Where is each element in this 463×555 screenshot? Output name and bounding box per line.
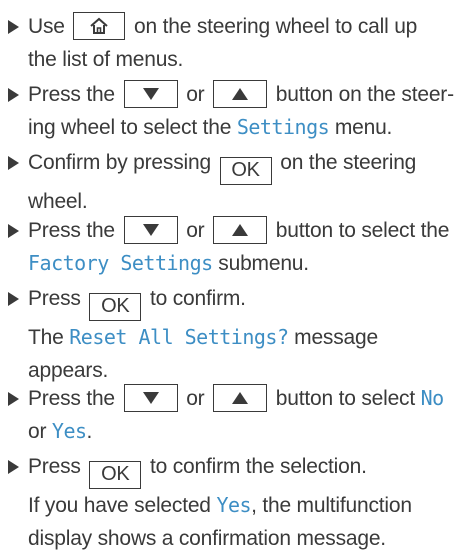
- step-text-fragment: to confirm.: [149, 287, 246, 310]
- step-text-fragment: or: [28, 420, 47, 443]
- up-key: [213, 216, 268, 244]
- option-yes: Yes: [216, 493, 252, 517]
- up-key: [213, 80, 268, 108]
- step-text-fragment: Press the: [28, 83, 115, 106]
- step-text-fragment: Use: [28, 15, 65, 38]
- bullet-triangle-icon: [8, 292, 19, 306]
- step-text: Press the or button to select the Factor…: [28, 214, 460, 280]
- list-item: Press the or button to select No or Yes.: [8, 382, 460, 448]
- list-item: Press OK to confirm. The Reset All Setti…: [8, 282, 460, 387]
- step-text-fragment: Press the: [28, 219, 115, 242]
- submenu-name-factory-settings: Factory Settings: [28, 251, 213, 275]
- step-text-fragment: Press: [28, 455, 81, 478]
- up-key: [213, 384, 268, 412]
- step-text-fragment: appears.: [28, 359, 109, 382]
- step-text-fragment: the list of menus.: [28, 48, 184, 71]
- ok-key: OK: [89, 461, 142, 489]
- step-text-fragment: or: [186, 387, 205, 410]
- home-icon: [90, 17, 109, 34]
- step-text-fragment: submenu.: [218, 252, 309, 275]
- bullet-triangle-icon: [8, 156, 19, 170]
- step-text: Confirm by pressing OK on the steering w…: [28, 146, 460, 218]
- bullet-triangle-icon: [8, 224, 19, 238]
- step-text-fragment: button to select the: [275, 219, 450, 242]
- step-text-fragment: button on the steer-: [275, 83, 454, 106]
- step-text: Press OK to confirm the selection. If yo…: [28, 450, 460, 555]
- menu-name-settings: Settings: [236, 115, 330, 139]
- instruction-list: Use on the steering wheel to call up the…: [0, 0, 463, 550]
- up-triangle-icon: [232, 392, 249, 404]
- step-text-fragment: Confirm by pressing: [28, 151, 211, 174]
- list-item: Press the or button to select the Factor…: [8, 214, 460, 280]
- home-key: [73, 12, 126, 40]
- down-key: [123, 80, 178, 108]
- step-text-fragment: button to select: [275, 387, 415, 410]
- step-text-fragment: on the steering: [280, 151, 417, 174]
- list-item: Confirm by pressing OK on the steering w…: [8, 146, 460, 218]
- ok-key: OK: [219, 157, 272, 185]
- bullet-triangle-icon: [8, 460, 19, 474]
- step-text: Press the or button to select No or Yes.: [28, 382, 460, 448]
- step-text-fragment: The: [28, 326, 64, 349]
- step-text-fragment: .: [86, 420, 93, 443]
- step-text-fragment: Press: [28, 287, 81, 310]
- bullet-triangle-icon: [8, 20, 19, 34]
- list-item: Use on the steering wheel to call up the…: [8, 10, 460, 76]
- down-key: [123, 384, 178, 412]
- step-text-fragment: or: [186, 219, 205, 242]
- step-text: Press the or button on the steer- ing wh…: [28, 78, 460, 144]
- step-text-fragment: to confirm the selection.: [149, 455, 367, 478]
- down-triangle-icon: [142, 88, 159, 100]
- step-text: Use on the steering wheel to call up the…: [28, 10, 460, 76]
- bullet-triangle-icon: [8, 88, 19, 102]
- step-text-fragment: on the steering wheel to call up: [134, 15, 418, 38]
- step-text-fragment: ing wheel to select the: [28, 116, 232, 139]
- up-triangle-icon: [232, 88, 249, 100]
- list-item: Press OK to confirm the selection. If yo…: [8, 450, 460, 555]
- step-text: Press OK to confirm. The Reset All Setti…: [28, 282, 460, 387]
- bullet-triangle-icon: [8, 392, 19, 406]
- option-no: No: [420, 386, 445, 410]
- step-text-fragment: display shows a confirmation message.: [28, 527, 386, 550]
- down-triangle-icon: [142, 392, 159, 404]
- up-triangle-icon: [232, 224, 249, 236]
- down-key: [123, 216, 178, 244]
- option-yes: Yes: [51, 419, 87, 443]
- step-text-fragment: menu.: [334, 116, 393, 139]
- message-reset-all-settings: Reset All Settings?: [69, 325, 289, 349]
- list-item: Press the or button on the steer- ing wh…: [8, 78, 460, 144]
- ok-key: OK: [89, 293, 142, 321]
- step-text-fragment: wheel.: [28, 190, 88, 213]
- step-text-fragment: message: [294, 326, 378, 349]
- step-text-fragment: or: [186, 83, 205, 106]
- step-text-fragment: Press the: [28, 387, 115, 410]
- down-triangle-icon: [142, 224, 159, 236]
